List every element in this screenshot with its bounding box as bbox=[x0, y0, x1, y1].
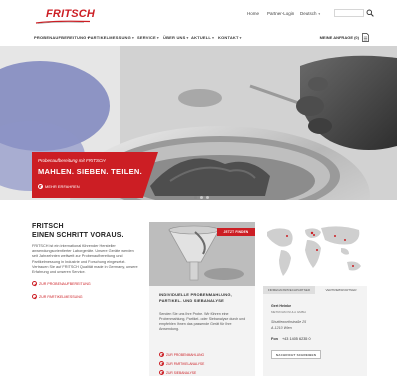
chevron-down-icon: ▾ bbox=[239, 36, 242, 40]
nav-label: PARTIKELMESSUNG bbox=[88, 35, 131, 40]
language-select[interactable]: Deutsch ▼ bbox=[300, 11, 321, 16]
circle-arrow-icon bbox=[32, 281, 37, 287]
link-label: ZUR PROBENMAHLUNG bbox=[166, 352, 205, 357]
nav-item-ueber-uns[interactable]: ÜBER UNS▾ bbox=[163, 35, 188, 40]
chevron-down-icon: ▾ bbox=[186, 36, 189, 40]
circle-arrow-icon bbox=[159, 370, 164, 375]
nav-item-service[interactable]: SERVICE▾ bbox=[137, 35, 159, 40]
analysis-card: JETZT FINDEN INDIVIDUELLE PROBENMAHLUNG,… bbox=[149, 222, 255, 376]
nav-item-aktuell[interactable]: AKTUELL▾ bbox=[191, 35, 214, 40]
circle-arrow-icon bbox=[38, 184, 43, 189]
logo-text: FRITSCH bbox=[46, 8, 96, 20]
slider-dot-3[interactable] bbox=[206, 196, 209, 199]
top-bar: FRITSCH Home Partner-Login Deutsch ▼ bbox=[0, 0, 397, 32]
contact-city: A-1210 Wien bbox=[271, 326, 292, 330]
find-now-badge[interactable]: JETZT FINDEN bbox=[217, 228, 255, 236]
intro-title-line2: EINEN SCHRITT VORAUS. bbox=[32, 232, 124, 239]
search-input[interactable] bbox=[334, 9, 364, 17]
link-label: ZUR PARTIKELANALYSE bbox=[166, 361, 205, 366]
hero-slider[interactable]: Probenaufbereitung mit FRITSCH MAHLEN. S… bbox=[0, 46, 397, 200]
hero-more-link[interactable]: MEHR ERFAHREN bbox=[38, 184, 80, 189]
hero-title: MAHLEN. SIEBEN. TEILEN. bbox=[38, 167, 142, 176]
slider-dot-1[interactable] bbox=[194, 196, 197, 199]
nav-label: AKTUELL bbox=[191, 35, 212, 40]
hero-kicker: Probenaufbereitung mit FRITSCH bbox=[38, 158, 106, 163]
contact-phone[interactable]: Fon +43 1405 6235 0 bbox=[271, 337, 311, 341]
contact-street: Shuttleworthstraße 25 bbox=[271, 320, 307, 324]
nav-label: SERVICE bbox=[137, 35, 156, 40]
my-inquiry-link[interactable]: MEINE ANFRAGE (0) bbox=[320, 35, 359, 40]
hero-more-label: MEHR ERFAHREN bbox=[45, 184, 80, 189]
link-label: ZUR PARTIKELMESSUNG bbox=[39, 294, 83, 299]
contact-tabs: FIRMENANSPRECHPARTNER VERTRIEBSPARTNER bbox=[263, 286, 367, 294]
partner-login-link[interactable]: Partner-Login bbox=[267, 11, 294, 16]
chevron-down-icon: ▼ bbox=[317, 12, 321, 16]
chevron-down-icon: ▾ bbox=[131, 36, 134, 40]
chevron-down-icon: ▾ bbox=[212, 36, 215, 40]
language-label: Deutsch bbox=[300, 11, 317, 16]
card-body: Senden Sie uns Ihre Probe. Wir führen ei… bbox=[159, 312, 246, 331]
slider-pagination bbox=[194, 196, 209, 199]
intro-title-line1: FRITSCH bbox=[32, 223, 64, 230]
chevron-down-icon: ▾ bbox=[156, 36, 159, 40]
card-title: INDIVIDUELLE PROBENMAHLUNG, PARTIKEL- UN… bbox=[159, 292, 232, 303]
intro-body: FRITSCH ist ein international führender … bbox=[32, 244, 138, 275]
link-label: ZUR SIEBANALYSE bbox=[166, 370, 197, 375]
write-message-button[interactable]: NACHRICHT SCHREIBEN bbox=[271, 350, 321, 359]
link-label: ZUR PROBENAUFBEREITUNG bbox=[39, 281, 91, 286]
contact-widget: FIRMENANSPRECHPARTNER VERTRIEBSPARTNER G… bbox=[263, 222, 367, 376]
nav-item-partikelmessung[interactable]: PARTIKELMESSUNG▾ bbox=[88, 35, 134, 40]
nav-item-kontakt[interactable]: KONTAKT▾ bbox=[218, 35, 242, 40]
phone-label: Fon bbox=[271, 337, 278, 341]
link-siebanalyse[interactable]: ZUR SIEBANALYSE bbox=[159, 370, 204, 375]
nav-label: KONTAKT bbox=[218, 35, 239, 40]
main-nav: PROBENAUFBEREITUNG▾ PARTIKELMESSUNG▾ SER… bbox=[0, 32, 397, 44]
world-map[interactable] bbox=[263, 222, 367, 284]
intro-block: FRITSCH EINEN SCHRITT VORAUS. FRITSCH is… bbox=[32, 222, 140, 300]
nav-label: ÜBER UNS bbox=[163, 35, 186, 40]
circle-arrow-icon bbox=[159, 352, 164, 357]
circle-arrow-icon bbox=[159, 361, 164, 366]
tab-company-contact[interactable]: FIRMENANSPRECHPARTNER bbox=[263, 286, 315, 294]
contact-name: Gert Heinke bbox=[271, 304, 292, 308]
search-icon[interactable] bbox=[366, 9, 374, 17]
link-probenaufbereitung[interactable]: ZUR PROBENAUFBEREITUNG bbox=[32, 281, 140, 287]
home-link[interactable]: Home bbox=[247, 11, 259, 16]
hero-caption-panel: Probenaufbereitung mit FRITSCH MAHLEN. S… bbox=[32, 152, 158, 198]
link-partikelanalyse[interactable]: ZUR PARTIKELANALYSE bbox=[159, 361, 204, 366]
card-links: ZUR PROBENMAHLUNG ZUR PARTIKELANALYSE ZU… bbox=[159, 352, 204, 376]
nav-label: PROBENAUFBEREITUNG bbox=[34, 35, 87, 40]
nav-item-probenaufbereitung[interactable]: PROBENAUFBEREITUNG▾ bbox=[34, 35, 89, 40]
contact-company: METROHM INULA GMBH bbox=[271, 310, 306, 314]
tab-sales-partner[interactable]: VERTRIEBSPARTNER bbox=[315, 286, 367, 294]
slider-dot-2[interactable] bbox=[200, 196, 203, 199]
link-probenmahlung[interactable]: ZUR PROBENMAHLUNG bbox=[159, 352, 204, 357]
circle-arrow-icon bbox=[32, 294, 37, 300]
fritsch-logo[interactable]: FRITSCH bbox=[34, 8, 96, 26]
phone-number: +43 1405 6235 0 bbox=[281, 337, 311, 341]
document-icon[interactable] bbox=[362, 33, 369, 42]
logo-swoosh-icon bbox=[35, 20, 91, 24]
content-section: FRITSCH EINEN SCHRITT VORAUS. FRITSCH is… bbox=[0, 204, 397, 376]
link-partikelmessung[interactable]: ZUR PARTIKELMESSUNG bbox=[32, 294, 140, 300]
contact-details: Gert Heinke METROHM INULA GMBH Shuttlewo… bbox=[263, 294, 367, 376]
